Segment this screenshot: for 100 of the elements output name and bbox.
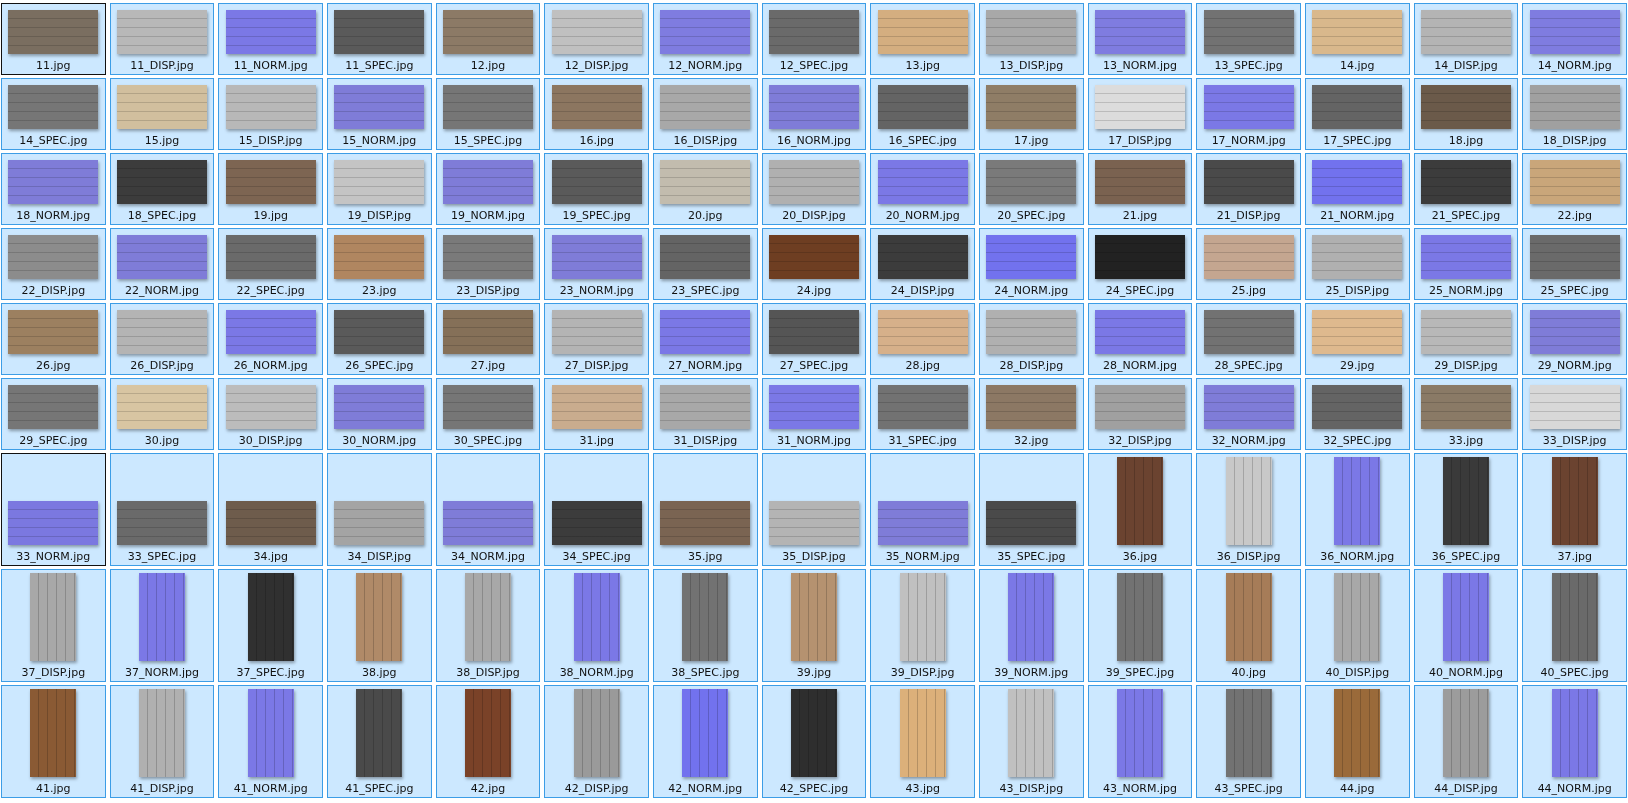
- file-item[interactable]: 35.jpg: [653, 453, 758, 566]
- file-item[interactable]: 26_SPEC.jpg: [327, 303, 432, 375]
- file-item[interactable]: 26_NORM.jpg: [218, 303, 323, 375]
- file-item[interactable]: 31_DISP.jpg: [653, 378, 758, 450]
- file-item[interactable]: 43_NORM.jpg: [1087, 685, 1193, 798]
- file-item[interactable]: 26.jpg: [1, 303, 106, 375]
- file-item[interactable]: 30_DISP.jpg: [218, 378, 323, 450]
- file-item[interactable]: 43_DISP.jpg: [979, 685, 1084, 798]
- file-item[interactable]: 16_NORM.jpg: [761, 78, 867, 150]
- file-item[interactable]: 20_SPEC.jpg: [979, 153, 1084, 225]
- file-item[interactable]: 22_SPEC.jpg: [218, 228, 323, 300]
- file-item[interactable]: 33_NORM.jpg: [1, 453, 106, 566]
- file-item[interactable]: 29_NORM.jpg: [1522, 303, 1627, 375]
- file-item[interactable]: 14_DISP.jpg: [1413, 3, 1519, 75]
- file-item[interactable]: 24_DISP.jpg: [870, 228, 975, 300]
- file-item[interactable]: 25.jpg: [1196, 228, 1301, 300]
- file-item[interactable]: 12_NORM.jpg: [653, 3, 758, 75]
- file-item[interactable]: 23_SPEC.jpg: [653, 228, 758, 300]
- file-item[interactable]: 44.jpg: [1305, 685, 1410, 798]
- file-item[interactable]: 40_DISP.jpg: [1305, 569, 1410, 682]
- file-item[interactable]: 22_DISP.jpg: [1, 228, 106, 300]
- file-item[interactable]: 33_SPEC.jpg: [109, 453, 215, 566]
- file-item[interactable]: 18_DISP.jpg: [1522, 78, 1627, 150]
- file-item[interactable]: 37_NORM.jpg: [109, 569, 215, 682]
- file-item[interactable]: 43_SPEC.jpg: [1196, 685, 1301, 798]
- file-item[interactable]: 27_DISP.jpg: [544, 303, 649, 375]
- file-item[interactable]: 12_SPEC.jpg: [761, 3, 867, 75]
- file-item[interactable]: 17.jpg: [979, 78, 1084, 150]
- file-item[interactable]: 20.jpg: [653, 153, 758, 225]
- file-item[interactable]: 19_SPEC.jpg: [544, 153, 649, 225]
- file-item[interactable]: 32_NORM.jpg: [1196, 378, 1301, 450]
- file-item[interactable]: 21.jpg: [1087, 153, 1193, 225]
- file-item[interactable]: 41.jpg: [1, 685, 106, 798]
- file-item[interactable]: 27_SPEC.jpg: [761, 303, 867, 375]
- file-item[interactable]: 13_NORM.jpg: [1087, 3, 1193, 75]
- file-item[interactable]: 37_DISP.jpg: [1, 569, 106, 682]
- file-item[interactable]: 24_NORM.jpg: [979, 228, 1084, 300]
- file-item[interactable]: 11_SPEC.jpg: [327, 3, 432, 75]
- file-item[interactable]: 35_DISP.jpg: [761, 453, 867, 566]
- file-item[interactable]: 18.jpg: [1413, 78, 1519, 150]
- file-item[interactable]: 44_DISP.jpg: [1413, 685, 1519, 798]
- file-item[interactable]: 27_NORM.jpg: [653, 303, 758, 375]
- file-item[interactable]: 13.jpg: [870, 3, 975, 75]
- file-item[interactable]: 27.jpg: [435, 303, 541, 375]
- file-item[interactable]: 23.jpg: [327, 228, 432, 300]
- file-item[interactable]: 16.jpg: [544, 78, 649, 150]
- file-item[interactable]: 40.jpg: [1196, 569, 1301, 682]
- file-item[interactable]: 18_NORM.jpg: [1, 153, 106, 225]
- file-item[interactable]: 11_DISP.jpg: [109, 3, 215, 75]
- file-item[interactable]: 40_NORM.jpg: [1413, 569, 1519, 682]
- file-item[interactable]: 42_NORM.jpg: [653, 685, 758, 798]
- file-item[interactable]: 14.jpg: [1305, 3, 1410, 75]
- file-item[interactable]: 24.jpg: [761, 228, 867, 300]
- file-item[interactable]: 38_NORM.jpg: [544, 569, 649, 682]
- file-item[interactable]: 12_DISP.jpg: [544, 3, 649, 75]
- file-item[interactable]: 31.jpg: [544, 378, 649, 450]
- file-item[interactable]: 22_NORM.jpg: [109, 228, 215, 300]
- file-item[interactable]: 32_SPEC.jpg: [1305, 378, 1410, 450]
- file-item[interactable]: 32_DISP.jpg: [1087, 378, 1193, 450]
- file-item[interactable]: 31_SPEC.jpg: [870, 378, 975, 450]
- file-item[interactable]: 24_SPEC.jpg: [1087, 228, 1193, 300]
- file-item[interactable]: 13_SPEC.jpg: [1196, 3, 1301, 75]
- file-item[interactable]: 25_NORM.jpg: [1413, 228, 1519, 300]
- file-item[interactable]: 33.jpg: [1413, 378, 1519, 450]
- file-item[interactable]: 30_SPEC.jpg: [435, 378, 541, 450]
- file-item[interactable]: 28_SPEC.jpg: [1196, 303, 1301, 375]
- file-item[interactable]: 37.jpg: [1522, 453, 1627, 566]
- file-item[interactable]: 17_SPEC.jpg: [1305, 78, 1410, 150]
- file-item[interactable]: 34_NORM.jpg: [435, 453, 541, 566]
- file-item[interactable]: 39_DISP.jpg: [870, 569, 975, 682]
- file-item[interactable]: 21_NORM.jpg: [1305, 153, 1410, 225]
- file-item[interactable]: 35_NORM.jpg: [870, 453, 975, 566]
- file-item[interactable]: 25_DISP.jpg: [1305, 228, 1410, 300]
- file-item[interactable]: 20_NORM.jpg: [870, 153, 975, 225]
- file-item[interactable]: 28_NORM.jpg: [1087, 303, 1193, 375]
- file-item[interactable]: 41_SPEC.jpg: [327, 685, 432, 798]
- file-item[interactable]: 21_DISP.jpg: [1196, 153, 1301, 225]
- file-item[interactable]: 23_DISP.jpg: [435, 228, 541, 300]
- file-item[interactable]: 15_NORM.jpg: [327, 78, 432, 150]
- file-item[interactable]: 40_SPEC.jpg: [1522, 569, 1627, 682]
- file-item[interactable]: 36.jpg: [1087, 453, 1193, 566]
- file-item[interactable]: 19_DISP.jpg: [327, 153, 432, 225]
- file-item[interactable]: 22.jpg: [1522, 153, 1627, 225]
- file-item[interactable]: 20_DISP.jpg: [761, 153, 867, 225]
- file-item[interactable]: 32.jpg: [979, 378, 1084, 450]
- file-item[interactable]: 26_DISP.jpg: [109, 303, 215, 375]
- file-item[interactable]: 42_DISP.jpg: [544, 685, 649, 798]
- file-item[interactable]: 12.jpg: [435, 3, 541, 75]
- file-item[interactable]: 14_SPEC.jpg: [1, 78, 106, 150]
- file-item[interactable]: 38.jpg: [327, 569, 432, 682]
- file-item[interactable]: 15_SPEC.jpg: [435, 78, 541, 150]
- file-item[interactable]: 18_SPEC.jpg: [109, 153, 215, 225]
- file-item[interactable]: 15_DISP.jpg: [218, 78, 323, 150]
- file-item[interactable]: 34.jpg: [218, 453, 323, 566]
- file-item[interactable]: 13_DISP.jpg: [979, 3, 1084, 75]
- file-item[interactable]: 17_NORM.jpg: [1196, 78, 1301, 150]
- file-item[interactable]: 21_SPEC.jpg: [1413, 153, 1519, 225]
- file-item[interactable]: 36_SPEC.jpg: [1413, 453, 1519, 566]
- file-item[interactable]: 38_SPEC.jpg: [653, 569, 758, 682]
- file-item[interactable]: 17_DISP.jpg: [1087, 78, 1193, 150]
